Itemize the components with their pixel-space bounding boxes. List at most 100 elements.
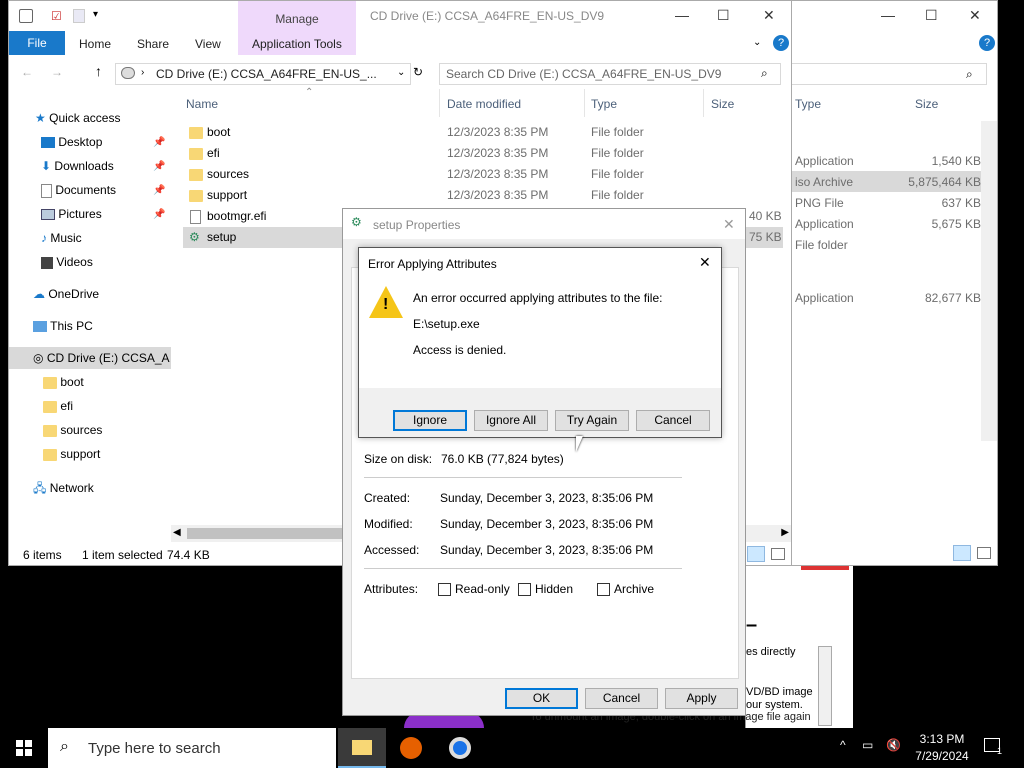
taskbar-search-box[interactable]: ⌕ Type here to search	[48, 728, 336, 768]
nav-sources[interactable]: sources	[43, 423, 102, 437]
nav-support[interactable]: support	[43, 447, 100, 461]
start-windows-icon[interactable]	[16, 740, 32, 756]
pin-icon[interactable]: 📌	[153, 137, 165, 148]
bg-row-5[interactable]: File folder	[791, 234, 983, 255]
tab-file[interactable]: File	[9, 31, 65, 55]
scroll-left-icon[interactable]: ◀	[173, 527, 181, 538]
nav-documents[interactable]: Documents	[41, 183, 116, 198]
column-divider[interactable]	[703, 89, 704, 117]
column-type[interactable]: Type	[591, 97, 617, 111]
checkbox-box[interactable]	[438, 583, 451, 597]
ok-button[interactable]: OK	[505, 688, 578, 709]
dropdown-icon[interactable]: ▾	[93, 9, 98, 20]
maximize-icon[interactable]: ☐	[717, 7, 730, 24]
file-size: 75 KB	[749, 230, 782, 244]
bg-details-view-icon[interactable]	[953, 545, 971, 561]
archive-checkbox[interactable]: Archive	[597, 582, 654, 597]
bg-large-icons-view-icon[interactable]	[977, 547, 991, 559]
checkbox-box[interactable]	[518, 583, 531, 597]
column-divider[interactable]	[584, 89, 585, 117]
nav-onedrive[interactable]: ☁ OneDrive	[33, 287, 99, 301]
bg-scrollbar[interactable]	[981, 121, 997, 441]
up-icon[interactable]: ↑	[95, 63, 102, 79]
bg-row-1[interactable]: Application 1,540 KB	[791, 150, 983, 171]
chrome-icon[interactable]	[449, 737, 471, 759]
column-size[interactable]: Size	[711, 97, 734, 111]
nav-music[interactable]: ♪ Music	[41, 231, 82, 245]
bg-row-2[interactable]: iso Archive 5,875,464 KB	[791, 171, 983, 192]
address-bar[interactable]: CD Drive (E:) CCSA_A64FRE_EN-US_...	[115, 63, 411, 85]
bg-column-size[interactable]: Size	[915, 97, 938, 111]
firefox-icon[interactable]	[400, 737, 422, 759]
cancel-button[interactable]: Cancel	[585, 688, 658, 709]
close-icon[interactable]: ✕	[763, 7, 775, 24]
nav-videos[interactable]: Videos	[41, 255, 93, 269]
bg-close-icon[interactable]: ✕	[969, 7, 981, 24]
tab-share[interactable]: Share	[137, 37, 169, 51]
nav-desktop[interactable]: Desktop	[41, 135, 102, 149]
nav-efi[interactable]: efi	[43, 399, 73, 413]
nav-downloads[interactable]: ⬇ Downloads	[41, 159, 114, 173]
file-row[interactable]: boot 12/3/2023 8:35 PM File folder	[183, 122, 783, 143]
new-folder-icon[interactable]	[73, 9, 85, 23]
search-input[interactable]: Search CD Drive (E:) CCSA_A64FRE_EN-US_D…	[439, 63, 781, 85]
nav-boot[interactable]: boot	[43, 375, 84, 389]
file-row[interactable]: support 12/3/2023 8:35 PM File folder	[183, 185, 783, 206]
pin-icon[interactable]: 📌	[153, 161, 165, 172]
details-view-icon[interactable]	[747, 546, 765, 562]
bg-app-scrollbar[interactable]	[818, 646, 832, 726]
bg-help-icon[interactable]: ?	[979, 35, 995, 51]
try-again-button[interactable]: Try Again	[555, 410, 629, 431]
tab-home[interactable]: Home	[79, 37, 111, 51]
scroll-thumb[interactable]	[187, 528, 347, 539]
bg-maximize-icon[interactable]: ☐	[925, 7, 938, 24]
error-close-icon[interactable]: ✕	[699, 254, 711, 271]
help-icon[interactable]: ?	[773, 35, 789, 51]
scroll-right-icon[interactable]: ▶	[781, 527, 789, 538]
ignore-button[interactable]: Ignore	[393, 410, 467, 431]
back-icon[interactable]: ←	[21, 65, 33, 79]
checkbox-box[interactable]	[597, 583, 610, 597]
column-date[interactable]: Date modified	[447, 97, 521, 111]
bg-column-type[interactable]: Type	[795, 97, 821, 111]
nav-this-pc[interactable]: This PC	[33, 319, 93, 333]
ignore-all-button[interactable]: Ignore All	[474, 410, 548, 431]
pin-icon[interactable]: 📌	[153, 185, 165, 196]
large-icons-view-icon[interactable]	[771, 548, 785, 560]
show-hidden-icons-icon[interactable]: ^	[840, 738, 846, 752]
forward-icon[interactable]: →	[51, 65, 63, 79]
properties-icon[interactable]	[19, 9, 33, 23]
expand-ribbon-icon[interactable]: ⌄	[753, 37, 761, 48]
address-dropdown-icon[interactable]: ⌄	[397, 67, 405, 78]
error-cancel-button[interactable]: Cancel	[636, 410, 710, 431]
bg-row-6[interactable]: Application 82,677 KB	[791, 287, 983, 308]
hidden-checkbox[interactable]: Hidden	[518, 582, 573, 597]
column-divider[interactable]	[439, 89, 440, 117]
clock-date[interactable]: 7/29/2024	[914, 749, 970, 763]
nav-quick-access[interactable]: ★ Quick access	[35, 111, 120, 125]
clock-time[interactable]: 3:13 PM	[918, 732, 966, 746]
column-name[interactable]: Name	[186, 97, 218, 111]
network-tray-icon[interactable]: ▭	[862, 738, 873, 752]
volume-muted-icon[interactable]: 🔇	[886, 738, 901, 752]
refresh-icon[interactable]: ↻	[413, 65, 423, 79]
file-row[interactable]: sources 12/3/2023 8:35 PM File folder	[183, 164, 783, 185]
file-row[interactable]: efi 12/3/2023 8:35 PM File folder	[183, 143, 783, 164]
checkmark-icon[interactable]: ☑	[51, 9, 62, 23]
pin-icon[interactable]: 📌	[153, 209, 165, 220]
quick-access-toolbar: ☑ ▾	[9, 1, 119, 31]
bg-search-box[interactable]	[791, 63, 987, 85]
nav-cd-drive[interactable]: ◎ CD Drive (E:) CCSA_A	[9, 347, 171, 369]
file-explorer-taskbar-icon[interactable]	[338, 728, 386, 768]
bg-minimize-icon[interactable]: —	[881, 7, 895, 23]
properties-close-icon[interactable]: ✕	[723, 216, 735, 233]
nav-pictures[interactable]: Pictures	[41, 207, 102, 221]
tab-application-tools[interactable]: Application Tools	[252, 37, 342, 51]
readonly-checkbox[interactable]: Read-only	[438, 582, 510, 597]
apply-button[interactable]: Apply	[665, 688, 738, 709]
minimize-icon[interactable]: —	[675, 7, 689, 23]
bg-row-3[interactable]: PNG File 637 KB	[791, 192, 983, 213]
nav-network[interactable]: 🖧 Network	[33, 479, 94, 500]
tab-view[interactable]: View	[195, 37, 221, 51]
bg-row-4[interactable]: Application 5,675 KB	[791, 213, 983, 234]
